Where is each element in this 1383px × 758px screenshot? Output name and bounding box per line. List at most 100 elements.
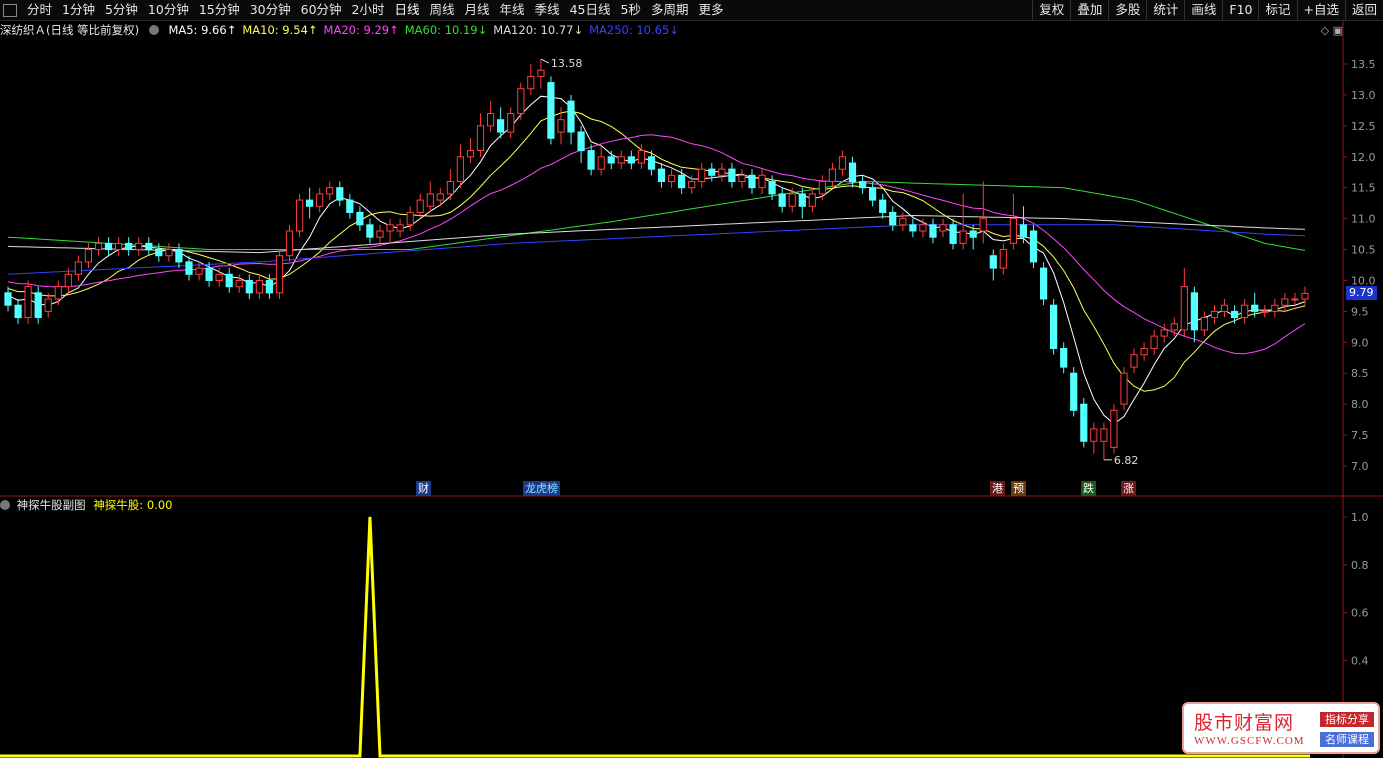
candle: [1060, 342, 1068, 374]
candle: [728, 162, 736, 188]
candle: [165, 243, 173, 262]
toolbar-button-3[interactable]: 统计: [1146, 0, 1184, 20]
watermark-title: 股市财富网: [1194, 712, 1295, 734]
candle: [456, 144, 464, 188]
toolbar-button-5[interactable]: F10: [1222, 0, 1258, 20]
period-tab-10[interactable]: 月线: [460, 0, 495, 20]
candle: [386, 218, 394, 244]
candle: [537, 59, 545, 89]
period-tab-16[interactable]: 更多: [693, 0, 728, 20]
period-tab-1[interactable]: 1分钟: [57, 0, 100, 20]
y-tick-label: 13.0: [1351, 89, 1376, 102]
ma60-line: [7, 180, 1306, 251]
candle: [1261, 305, 1269, 318]
y-tick-label: 7.5: [1351, 429, 1369, 442]
event-marker-2[interactable]: 港: [990, 481, 1005, 496]
ma20-line: [7, 134, 1306, 355]
event-marker-4[interactable]: 跌: [1081, 481, 1096, 496]
toolbar-button-1[interactable]: 叠加: [1070, 0, 1108, 20]
candle: [275, 249, 284, 300]
candle: [1120, 367, 1128, 411]
sub-y-tick-label: 0.8: [1351, 559, 1369, 572]
candle: [285, 224, 294, 262]
candle: [1130, 348, 1138, 374]
candle: [54, 280, 62, 306]
event-marker-5[interactable]: 涨: [1121, 481, 1136, 496]
sub-indicator-chart[interactable]: 1.0 0.8 0.6 0.4: [0, 497, 1383, 758]
y-tick-label: 9.0: [1351, 336, 1369, 349]
period-tab-6[interactable]: 60分钟: [296, 0, 347, 20]
candle: [828, 162, 836, 188]
toolbar-button-2[interactable]: 多股: [1108, 0, 1146, 20]
candle: [869, 181, 877, 207]
candle: [1160, 323, 1168, 343]
period-tab-11[interactable]: 年线: [495, 0, 530, 20]
period-tab-4[interactable]: 15分钟: [194, 0, 245, 20]
candle: [44, 292, 52, 318]
y-tick-label: 10.5: [1351, 244, 1376, 257]
candle: [1180, 268, 1188, 337]
candle: [748, 169, 756, 194]
toolbar-button-8[interactable]: 返回: [1344, 0, 1383, 20]
candle: [668, 169, 676, 188]
candle: [115, 237, 123, 256]
sub-indicator-line: [0, 516, 1310, 758]
watermark-url: WWW.GSCFW.COM: [1194, 735, 1305, 747]
candle: [1029, 224, 1038, 269]
ma5-line: [7, 95, 1306, 425]
candle: [1220, 299, 1229, 318]
period-tab-15[interactable]: 多周期: [646, 0, 694, 20]
event-marker-3[interactable]: 预: [1011, 481, 1026, 496]
period-tab-9[interactable]: 周线: [425, 0, 460, 20]
period-tab-14[interactable]: 5秒: [615, 0, 645, 20]
candle: [225, 268, 233, 293]
candle: [466, 138, 475, 163]
y-tick-label: 7.0: [1351, 460, 1369, 473]
candle: [94, 237, 103, 256]
candle: [104, 237, 113, 256]
toolbar-button-0[interactable]: 复权: [1032, 0, 1070, 20]
candle: [979, 181, 987, 244]
candle: [617, 150, 625, 170]
candle: [14, 299, 22, 324]
period-tab-12[interactable]: 季线: [530, 0, 565, 20]
candle: [949, 218, 957, 250]
layout-toggle-icon[interactable]: [3, 3, 17, 17]
candle: [587, 144, 595, 176]
candle: [235, 274, 243, 293]
candle: [567, 94, 575, 145]
candle: [426, 181, 434, 213]
y-tick-label: 11.0: [1351, 213, 1376, 226]
period-tab-13[interactable]: 45日线: [565, 0, 616, 20]
candle: [1210, 305, 1219, 324]
candle: [356, 206, 364, 231]
period-tab-0[interactable]: 分时: [22, 0, 57, 20]
candle: [577, 125, 585, 163]
toolbar-button-4[interactable]: 画线: [1184, 0, 1222, 20]
main-candlestick-chart[interactable]: 13.513.012.512.011.511.010.510.09.59.08.…: [0, 21, 1383, 497]
period-tab-5[interactable]: 30分钟: [245, 0, 296, 20]
event-marker-0[interactable]: 财: [416, 481, 431, 496]
candle: [326, 181, 334, 201]
y-tick-label: 9.5: [1351, 305, 1369, 318]
candle: [316, 187, 324, 213]
candle: [406, 206, 414, 231]
candle: [24, 280, 32, 324]
candle: [899, 212, 907, 231]
toolbar-button-6[interactable]: 标记: [1258, 0, 1296, 20]
candle: [1040, 261, 1048, 306]
candle: [627, 150, 635, 170]
watermark-logo: 股市财富网 WWW.GSCFW.COM 指标分享 名师课程: [1182, 702, 1380, 754]
event-marker-1[interactable]: 龙虎榜: [523, 481, 560, 496]
period-tab-7[interactable]: 2小时: [347, 0, 390, 20]
candle: [346, 193, 354, 219]
y-tick-label: 13.5: [1351, 58, 1376, 71]
period-tab-8[interactable]: 日线: [390, 0, 425, 20]
candle: [1140, 342, 1148, 361]
candle: [446, 169, 454, 201]
period-tab-3[interactable]: 10分钟: [143, 0, 194, 20]
last-price-label: 9.79: [1346, 286, 1377, 301]
candle: [34, 286, 42, 324]
toolbar-button-7[interactable]: +自选: [1296, 0, 1345, 20]
period-tab-2[interactable]: 5分钟: [100, 0, 143, 20]
